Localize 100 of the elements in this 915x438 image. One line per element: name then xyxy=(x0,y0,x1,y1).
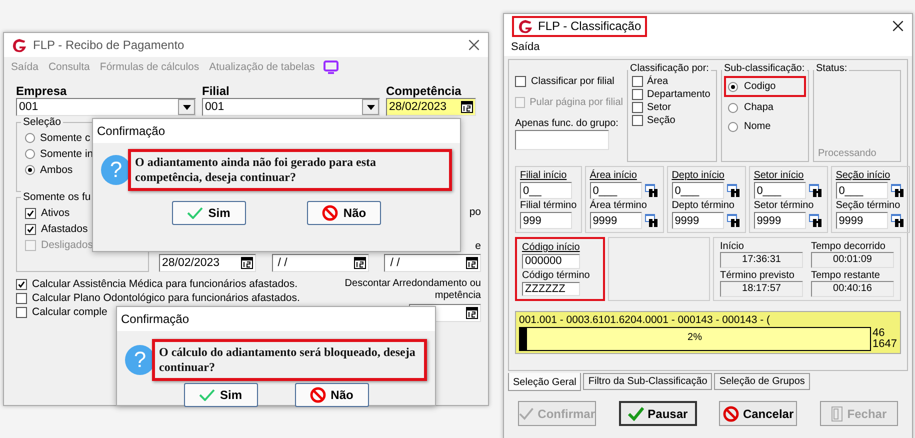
checkbox-label: Afastados xyxy=(41,223,88,235)
checkbox[interactable] xyxy=(632,102,643,113)
checkbox-label: Área xyxy=(647,76,668,87)
monitor-icon[interactable] xyxy=(322,60,339,74)
binoculars-icon[interactable] xyxy=(644,184,659,198)
input-field[interactable]: 0___ xyxy=(754,182,806,199)
progress-total: 1647 xyxy=(872,339,897,350)
dialog-message: O cálculo do adiantamento será bloqueado, deseja continuar? xyxy=(152,339,427,381)
field-label: po xyxy=(469,206,481,218)
close-icon[interactable] xyxy=(892,20,904,32)
checkbox[interactable] xyxy=(515,76,526,87)
checkbox[interactable] xyxy=(16,306,27,318)
radio-button[interactable] xyxy=(25,149,35,159)
radio-button[interactable] xyxy=(25,165,35,175)
binoculars-icon[interactable] xyxy=(726,214,741,228)
checkbox[interactable] xyxy=(632,115,643,126)
dialog-button[interactable]: Sim xyxy=(184,383,258,407)
dropdown-icon[interactable] xyxy=(178,99,195,115)
dialog-title: Confirmação xyxy=(97,124,166,138)
no-entry-icon xyxy=(722,406,739,422)
time-value: 00:40:16 xyxy=(811,281,894,297)
input-field[interactable]: 28/02/2023 xyxy=(386,98,476,116)
time-value: 18:17:57 xyxy=(720,281,803,297)
input-field[interactable]: 000000 xyxy=(522,254,580,268)
calendar-icon[interactable] xyxy=(461,101,473,113)
action-button[interactable]: Cancelar xyxy=(719,401,798,426)
input-field[interactable]: 0__ xyxy=(520,182,572,199)
dropdown-icon[interactable] xyxy=(362,99,379,115)
check-icon xyxy=(628,406,644,420)
input-field[interactable]: 0___ xyxy=(672,182,724,199)
calendar-icon[interactable] xyxy=(466,257,478,269)
radio-button[interactable] xyxy=(728,102,738,112)
checkbox[interactable] xyxy=(632,76,643,87)
input-field[interactable]: 9999 xyxy=(590,212,642,229)
date-field[interactable]: 28/02/2023 xyxy=(159,254,256,272)
dialog-button[interactable]: Sim xyxy=(172,201,246,225)
logo-icon xyxy=(12,38,27,52)
tab[interactable]: Filtro da Sub-Classificação xyxy=(583,373,712,390)
window-title: FLP - Classificação xyxy=(538,19,642,33)
checkbox[interactable] xyxy=(16,292,27,304)
current-record: 001.001 - 0003.6101.6204.0001 - 000143 - 000143 - ( xyxy=(519,314,772,326)
dialog-button[interactable]: Não xyxy=(307,201,382,225)
radio-label: Chapa xyxy=(744,102,774,113)
date-field[interactable]: / / xyxy=(272,254,368,272)
calendar-icon[interactable] xyxy=(466,307,478,319)
checkbox-label: Classificar por filial xyxy=(531,76,614,87)
input-field[interactable]: 001 xyxy=(202,98,380,116)
menu-item[interactable]: Saída xyxy=(511,41,540,53)
checkbox[interactable] xyxy=(632,89,643,100)
binoculars-icon[interactable] xyxy=(890,184,905,198)
radio-label: Somente c xyxy=(40,132,90,144)
input-field[interactable]: 999 xyxy=(520,212,572,229)
input-field[interactable]: 9999 xyxy=(836,212,888,229)
group-title: Somente os fu xyxy=(21,191,93,203)
checkbox[interactable] xyxy=(25,224,36,234)
close-icon[interactable] xyxy=(468,39,480,51)
checkbox-label: Pular página por filial xyxy=(530,97,623,108)
field-label: Seção início xyxy=(836,170,892,181)
input-field[interactable]: ZZZZZZ xyxy=(522,282,580,296)
action-button[interactable]: Pausar xyxy=(618,401,697,426)
checkbox[interactable] xyxy=(25,208,36,218)
input-field[interactable]: 0___ xyxy=(590,182,642,199)
group-title: Sub-classificação: xyxy=(722,63,807,74)
field-label: Depto início xyxy=(672,170,726,181)
binoculars-icon[interactable] xyxy=(726,184,741,198)
checkbox-label: Setor xyxy=(647,102,671,113)
binoculars-icon[interactable] xyxy=(644,214,659,228)
option-label: mpetência xyxy=(434,290,481,301)
checkbox-label: Departamento xyxy=(647,89,710,100)
radio-label: Nome xyxy=(744,121,771,132)
time-value: 00:01:09 xyxy=(811,252,894,268)
radio-button[interactable] xyxy=(728,122,738,132)
dialog-button[interactable]: Não xyxy=(294,383,368,407)
binoculars-icon[interactable] xyxy=(890,214,905,228)
binoculars-icon[interactable] xyxy=(808,214,823,228)
radio-button[interactable] xyxy=(25,133,35,143)
group-field[interactable] xyxy=(515,130,609,150)
checkbox-label: Ativos xyxy=(41,207,70,219)
radio-label: Codigo xyxy=(744,81,776,92)
input-field[interactable]: 9999 xyxy=(754,212,806,229)
binoculars-icon[interactable] xyxy=(808,184,823,198)
group-title: Classificação por: xyxy=(628,63,711,74)
input-field[interactable]: 0___ xyxy=(836,182,888,199)
checkbox[interactable] xyxy=(16,278,27,290)
calendar-icon[interactable] xyxy=(241,257,253,269)
calendar-icon[interactable] xyxy=(354,257,366,269)
field-label: Filial término xyxy=(520,200,577,211)
input-field[interactable]: 9999 xyxy=(672,212,724,229)
date-field[interactable]: / / xyxy=(384,254,481,272)
tab[interactable]: Seleção de Grupos xyxy=(714,373,810,390)
radio-label: Ambos xyxy=(40,164,73,176)
status-text: Processando xyxy=(818,148,878,159)
tab[interactable]: Seleção Geral xyxy=(508,373,582,391)
check-icon xyxy=(187,207,204,219)
field-label: Área término xyxy=(590,200,648,211)
input-field[interactable]: 001 xyxy=(16,98,196,116)
radio-button[interactable] xyxy=(728,82,738,92)
group-title: Status: xyxy=(814,63,850,74)
option-label: Descontar Arredondamento ou xyxy=(344,278,481,289)
checkbox-label: Desligados xyxy=(41,239,93,251)
